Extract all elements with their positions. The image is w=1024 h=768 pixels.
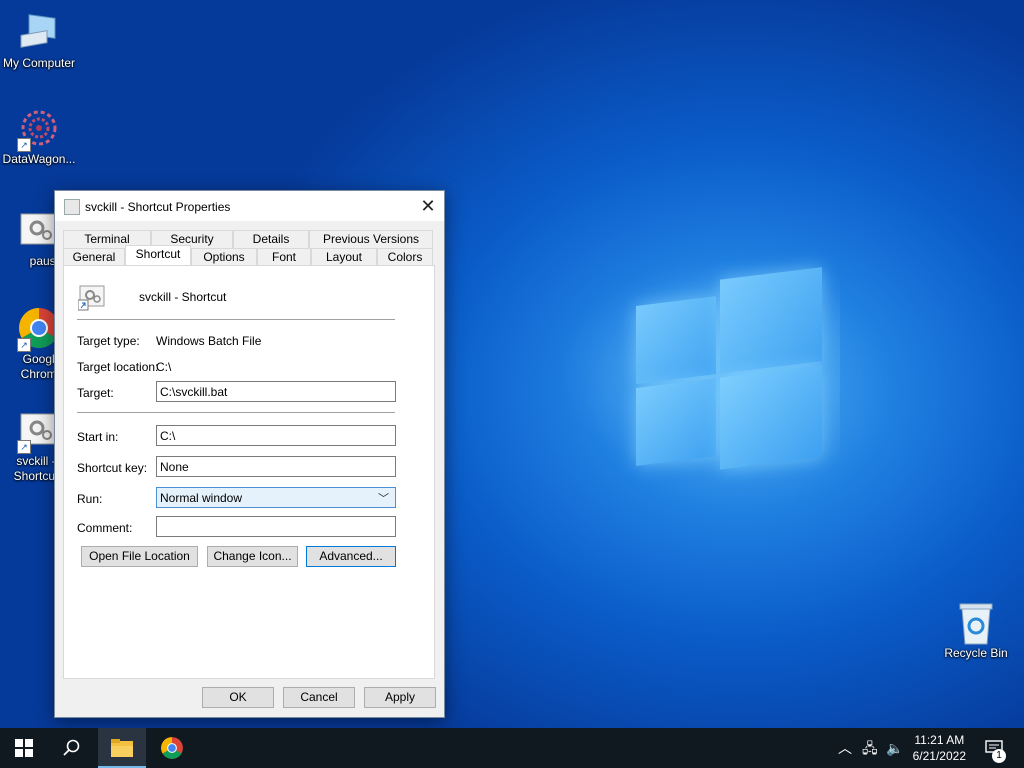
divider [77,412,395,413]
computer-icon [17,10,61,54]
run-select-value: Normal window [160,491,243,505]
datawagon-icon: ↗ [17,106,61,152]
desktop-icon-label: My Computer [2,56,76,70]
open-file-location-button[interactable]: Open File Location [81,546,198,567]
comment-field[interactable] [156,516,396,537]
notification-center[interactable]: 1 [982,728,1006,768]
shortcut-name: svckill - Shortcut [139,290,227,304]
advanced-button[interactable]: Advanced... [306,546,396,567]
network-icon[interactable]: 🖧 [862,728,878,768]
recycle-bin-icon [954,600,998,645]
shortcut-key-field[interactable]: None [156,456,396,477]
ok-button[interactable]: OK [202,687,274,708]
target-type-label: Target type: [77,334,140,348]
chevron-up-icon[interactable]: ︿ [838,728,852,768]
start-button[interactable] [0,728,48,768]
target-location-label: Target location: [77,360,159,374]
target-field[interactable]: C:\svckill.bat [156,381,396,402]
tab-colors[interactable]: Colors [377,248,433,266]
notification-count-badge: 1 [992,749,1006,763]
tab-details[interactable]: Details [233,230,309,248]
windows-start-icon [15,739,33,757]
run-select[interactable]: Normal window ﹀ [156,487,396,508]
start-in-field[interactable]: C:\ [156,425,396,446]
divider [77,319,395,320]
close-icon[interactable]: ✕ [412,191,444,221]
tab-general[interactable]: General [63,248,125,266]
volume-icon[interactable]: 🔈 [886,728,903,768]
shortcut-arrow-icon: ↗ [17,138,31,152]
chevron-down-icon: ﹀ [378,493,389,505]
change-icon-button[interactable]: Change Icon... [207,546,298,567]
windows-logo-wallpaper [636,267,822,480]
taskbar: ︿ 🖧 🔈 11:21 AM 6/21/2022 1 [0,728,1024,768]
desktop-icon-label: Recycle Bin [944,646,1008,660]
shortcut-tab-panel: svckill - Shortcut Target type: Windows … [63,265,435,679]
desktop-icon-my-computer[interactable]: My Computer [1,10,77,70]
clock-date: 6/21/2022 [912,749,966,763]
comment-label: Comment: [77,521,133,535]
clock-time: 11:21 AM [914,733,965,747]
batch-file-icon [77,283,106,311]
tab-shortcut[interactable]: Shortcut [125,245,191,267]
target-location-value: C:\ [156,360,172,374]
search-button[interactable] [48,728,96,768]
search-icon [63,739,80,756]
folder-icon [111,739,133,757]
tabs-row-2: General Shortcut Options Font Layout Col… [63,245,433,267]
shortcut-icon [64,199,80,215]
shortcut-arrow-icon: ↗ [17,338,31,352]
desktop-icon-label: DataWagon... [2,152,76,166]
apply-button[interactable]: Apply [364,687,436,708]
target-type-value: Windows Batch File [156,334,262,348]
shortcut-key-label: Shortcut key: [77,461,148,475]
tab-previous-versions[interactable]: Previous Versions [309,230,433,248]
cancel-button[interactable]: Cancel [283,687,355,708]
tab-font[interactable]: Font [257,248,311,266]
desktop-icon-datawagon[interactable]: ↗ DataWagon... [1,106,77,166]
shortcut-arrow-icon: ↗ [17,440,31,454]
chrome-icon [161,737,183,759]
clock[interactable]: 11:21 AM 6/21/2022 [913,732,966,764]
desktop-icon-label: svckill - Shortcut [13,454,59,483]
dialog-titlebar[interactable]: svckill - Shortcut Properties ✕ [55,191,444,221]
shortcut-properties-dialog: svckill - Shortcut Properties ✕ Terminal… [54,190,445,718]
dialog-title: svckill - Shortcut Properties [85,200,231,214]
tab-layout[interactable]: Layout [311,248,377,266]
run-label: Run: [77,492,103,506]
desktop-icon-recycle-bin[interactable]: Recycle Bin [936,600,1016,660]
tab-options[interactable]: Options [191,248,257,266]
taskbar-chrome[interactable] [148,728,196,768]
start-in-label: Start in: [77,430,119,444]
target-label: Target: [77,386,114,400]
taskbar-file-explorer[interactable] [98,728,146,768]
tabs-row-1: Terminal Security Details Previous Versi… [63,230,433,248]
